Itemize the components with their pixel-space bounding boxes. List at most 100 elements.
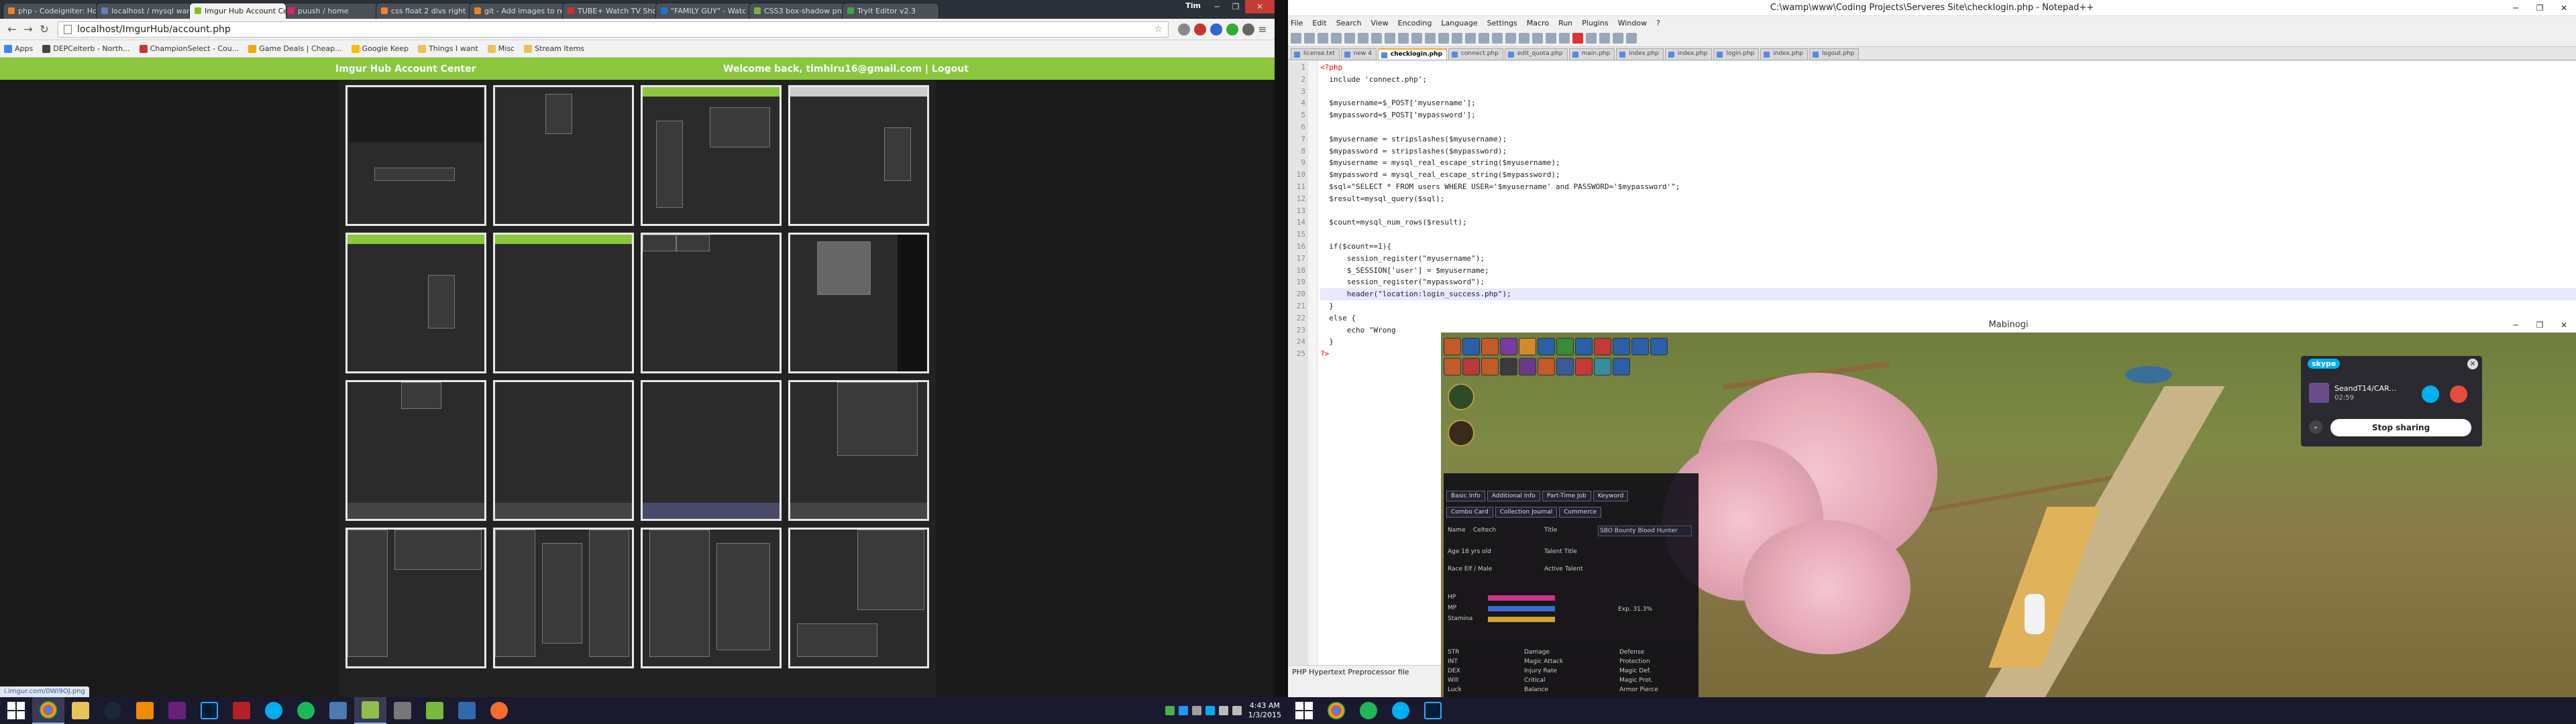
file-tab[interactable]: index.php bbox=[1760, 48, 1808, 60]
browser-tab[interactable]: git - Add images to re bbox=[469, 3, 566, 19]
menu-plugins[interactable]: Plugins bbox=[1582, 19, 1608, 27]
find-icon[interactable] bbox=[1452, 32, 1462, 44]
code-line[interactable]: session_register("mypassword"); bbox=[1320, 276, 2576, 288]
menu-icon[interactable]: ≡ bbox=[1254, 21, 1271, 38]
code-line[interactable]: $mypassword = mysql_real_escape_string($… bbox=[1320, 169, 2576, 181]
minimize-icon[interactable]: ─ bbox=[1208, 0, 1226, 13]
maximize-icon[interactable]: ❐ bbox=[2528, 0, 2552, 15]
file-tab[interactable]: new 4 bbox=[1340, 48, 1377, 60]
code-line[interactable]: $myusername=$_POST['myusername']; bbox=[1320, 97, 2576, 109]
welcome-text[interactable]: Welcome back, timhiru16@gmail.com | Logo… bbox=[723, 64, 969, 74]
skill-slot[interactable] bbox=[1462, 338, 1480, 355]
taskbar-notepad-plus[interactable] bbox=[354, 697, 386, 724]
menu-encoding[interactable]: Encoding bbox=[1398, 19, 1432, 27]
paste-icon[interactable] bbox=[1411, 32, 1422, 44]
play-macro-icon[interactable] bbox=[1599, 32, 1610, 44]
gallery-thumbnail[interactable] bbox=[788, 528, 929, 668]
code-line[interactable]: } bbox=[1320, 300, 2576, 312]
volume-icon[interactable] bbox=[1218, 706, 1228, 715]
hang-up-icon[interactable] bbox=[2450, 385, 2467, 403]
taskbar-vlc[interactable] bbox=[129, 697, 161, 724]
home-button[interactable] bbox=[1448, 383, 1474, 410]
bookmark-folder[interactable]: Misc bbox=[487, 44, 515, 53]
reload-icon[interactable]: ↻ bbox=[36, 21, 52, 38]
new-file-icon[interactable] bbox=[1291, 32, 1301, 44]
skill-slot[interactable] bbox=[1444, 338, 1461, 355]
taskbar-utorrent[interactable] bbox=[419, 697, 451, 724]
menu-file[interactable]: File bbox=[1291, 19, 1303, 27]
star-icon[interactable]: ☆ bbox=[1154, 24, 1163, 35]
browser-tab[interactable]: php - Codeigniter: Ho bbox=[3, 3, 100, 19]
code-line[interactable] bbox=[1320, 205, 2576, 217]
bookmark-item[interactable]: Google Keep bbox=[351, 44, 409, 53]
menu-button[interactable] bbox=[1448, 420, 1474, 446]
taskbar-skype[interactable] bbox=[258, 697, 290, 724]
skill-slot[interactable] bbox=[1444, 358, 1461, 375]
browser-tab[interactable]: css float 2 divs right bbox=[376, 3, 473, 19]
gallery-thumbnail[interactable] bbox=[345, 380, 486, 521]
file-tab-active[interactable]: checklogin.php bbox=[1377, 48, 1447, 60]
bookmark-item[interactable]: Game Deals | Cheap... bbox=[248, 44, 342, 53]
extension-icon[interactable] bbox=[1194, 23, 1206, 36]
close-all-icon[interactable] bbox=[1358, 32, 1368, 44]
code-line[interactable]: $myusername = stripslashes($myusername); bbox=[1320, 133, 2576, 145]
skill-slot[interactable] bbox=[1631, 338, 1649, 355]
code-line[interactable] bbox=[1320, 229, 2576, 241]
skill-slot[interactable] bbox=[1613, 338, 1630, 355]
close-icon[interactable]: ✕ bbox=[2552, 0, 2576, 15]
taskbar-origin[interactable] bbox=[483, 697, 515, 724]
code-line[interactable]: <?php bbox=[1320, 62, 2576, 74]
menu-help[interactable]: ? bbox=[1656, 19, 1660, 27]
maximize-icon[interactable]: ❐ bbox=[2528, 318, 2552, 333]
tray-icon[interactable] bbox=[1165, 706, 1175, 715]
sync-horizontal-icon[interactable] bbox=[1519, 32, 1529, 44]
skill-slot[interactable] bbox=[1575, 338, 1593, 355]
file-tab[interactable]: connect.php bbox=[1448, 48, 1503, 60]
gallery-thumbnail[interactable] bbox=[641, 233, 782, 373]
chrome-profile-name[interactable]: Tim bbox=[1185, 1, 1201, 10]
skill-slot[interactable] bbox=[1519, 358, 1536, 375]
menu-settings[interactable]: Settings bbox=[1487, 19, 1517, 27]
taskbar-teamspeak[interactable] bbox=[451, 697, 483, 724]
start-button[interactable] bbox=[1288, 697, 1320, 724]
close-file-icon[interactable] bbox=[1344, 32, 1355, 44]
skill-slot[interactable] bbox=[1556, 358, 1574, 375]
browser-tab[interactable]: Tryit Editor v2.3 bbox=[842, 3, 939, 19]
close-icon[interactable]: ✕ bbox=[2552, 318, 2576, 333]
tab-keyword[interactable]: Keyword bbox=[1593, 491, 1629, 501]
taskbar-chrome[interactable] bbox=[1320, 697, 1352, 724]
back-icon[interactable]: ← bbox=[4, 21, 20, 38]
bookmark-item[interactable]: ChampionSelect - Cou... bbox=[139, 44, 239, 53]
print-icon[interactable] bbox=[1371, 32, 1382, 44]
skill-slot[interactable] bbox=[1538, 358, 1555, 375]
sync-vertical-icon[interactable] bbox=[1505, 32, 1516, 44]
code-line[interactable] bbox=[1320, 86, 2576, 98]
skill-slot[interactable] bbox=[1613, 358, 1630, 375]
menu-edit[interactable]: Edit bbox=[1312, 19, 1326, 27]
extension-icon[interactable] bbox=[1242, 23, 1254, 36]
close-icon[interactable]: ✕ bbox=[2467, 359, 2478, 369]
gallery-thumbnail[interactable] bbox=[641, 528, 782, 668]
word-wrap-icon[interactable] bbox=[1532, 32, 1543, 44]
microphone-icon[interactable] bbox=[2422, 385, 2439, 403]
code-line[interactable]: $_SESSION['user'] = $myusername; bbox=[1320, 265, 2576, 277]
skill-slot[interactable] bbox=[1519, 338, 1536, 355]
fold-margin[interactable] bbox=[1308, 62, 1318, 678]
code-line[interactable] bbox=[1320, 121, 2576, 133]
stop-sharing-button[interactable]: Stop sharing bbox=[2330, 419, 2471, 436]
file-tab[interactable]: logout.php bbox=[1809, 48, 1860, 60]
menu-view[interactable]: View bbox=[1371, 19, 1389, 27]
menu-run[interactable]: Run bbox=[1558, 19, 1572, 27]
code-line[interactable]: $sql="SELECT * FROM users WHERE USER='$m… bbox=[1320, 181, 2576, 193]
gallery-thumbnail[interactable] bbox=[345, 85, 486, 226]
gallery-thumbnail[interactable] bbox=[641, 85, 782, 226]
code-line[interactable]: $myusername = mysql_real_escape_string($… bbox=[1320, 157, 2576, 169]
clock[interactable]: 4:43 AM 1/3/2015 bbox=[1248, 701, 1281, 720]
skill-slot[interactable] bbox=[1500, 338, 1517, 355]
taskbar-explorer[interactable] bbox=[64, 697, 97, 724]
skill-slot[interactable] bbox=[1556, 338, 1574, 355]
address-bar[interactable]: localhost/ImgurHub/account.php ☆ bbox=[58, 21, 1169, 38]
browser-tab[interactable]: puush / home bbox=[282, 3, 380, 19]
tab-basic-info[interactable]: Basic Info bbox=[1446, 491, 1485, 501]
skill-slot[interactable] bbox=[1462, 358, 1480, 375]
